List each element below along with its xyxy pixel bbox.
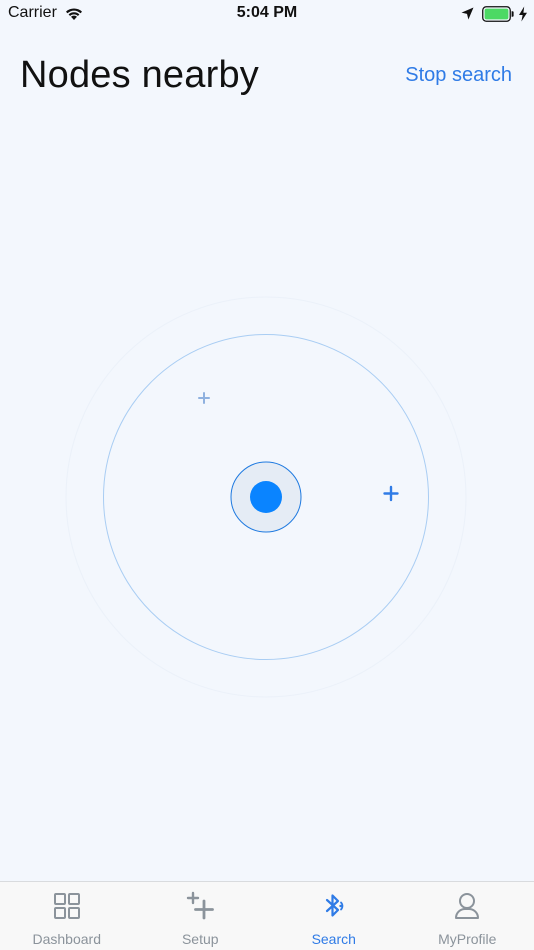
radar-inner-ring (230, 461, 302, 533)
grid-icon (53, 893, 80, 919)
tab-search-label: Search (311, 931, 356, 947)
radar-outer-halo (65, 296, 467, 698)
page-title: Nodes nearby (20, 54, 259, 96)
tab-search[interactable]: Search (267, 882, 401, 950)
stop-search-button[interactable]: Stop search (405, 64, 512, 87)
add-plus-icon (187, 891, 215, 920)
battery-icon (482, 6, 514, 22)
status-time: 5:04 PM (236, 4, 298, 21)
tab-setup-label: Setup (181, 931, 219, 947)
bluetooth-search-icon (325, 894, 344, 917)
user-profile-icon (455, 893, 480, 919)
user-location-dot (250, 481, 282, 513)
tab-dashboard-label: Dashboard (32, 931, 102, 947)
location-arrow-icon (461, 7, 474, 20)
radar-view (65, 296, 467, 698)
tab-myprofile-label: MyProfile (438, 931, 497, 947)
tab-dashboard[interactable]: Dashboard (0, 882, 134, 950)
tab-bar: Dashboard Setup Search MyProfile (0, 881, 534, 950)
tab-setup[interactable]: Setup (134, 882, 268, 950)
tab-myprofile[interactable]: MyProfile (401, 882, 534, 950)
node-marker-active[interactable] (378, 481, 404, 507)
app-screen: Carrier 5:04 PM Nodes nearby Stop search (0, 0, 534, 950)
node-marker-faded[interactable] (194, 388, 214, 408)
status-bar: Carrier 5:04 PM (0, 0, 534, 30)
charging-bolt-icon (519, 6, 527, 22)
